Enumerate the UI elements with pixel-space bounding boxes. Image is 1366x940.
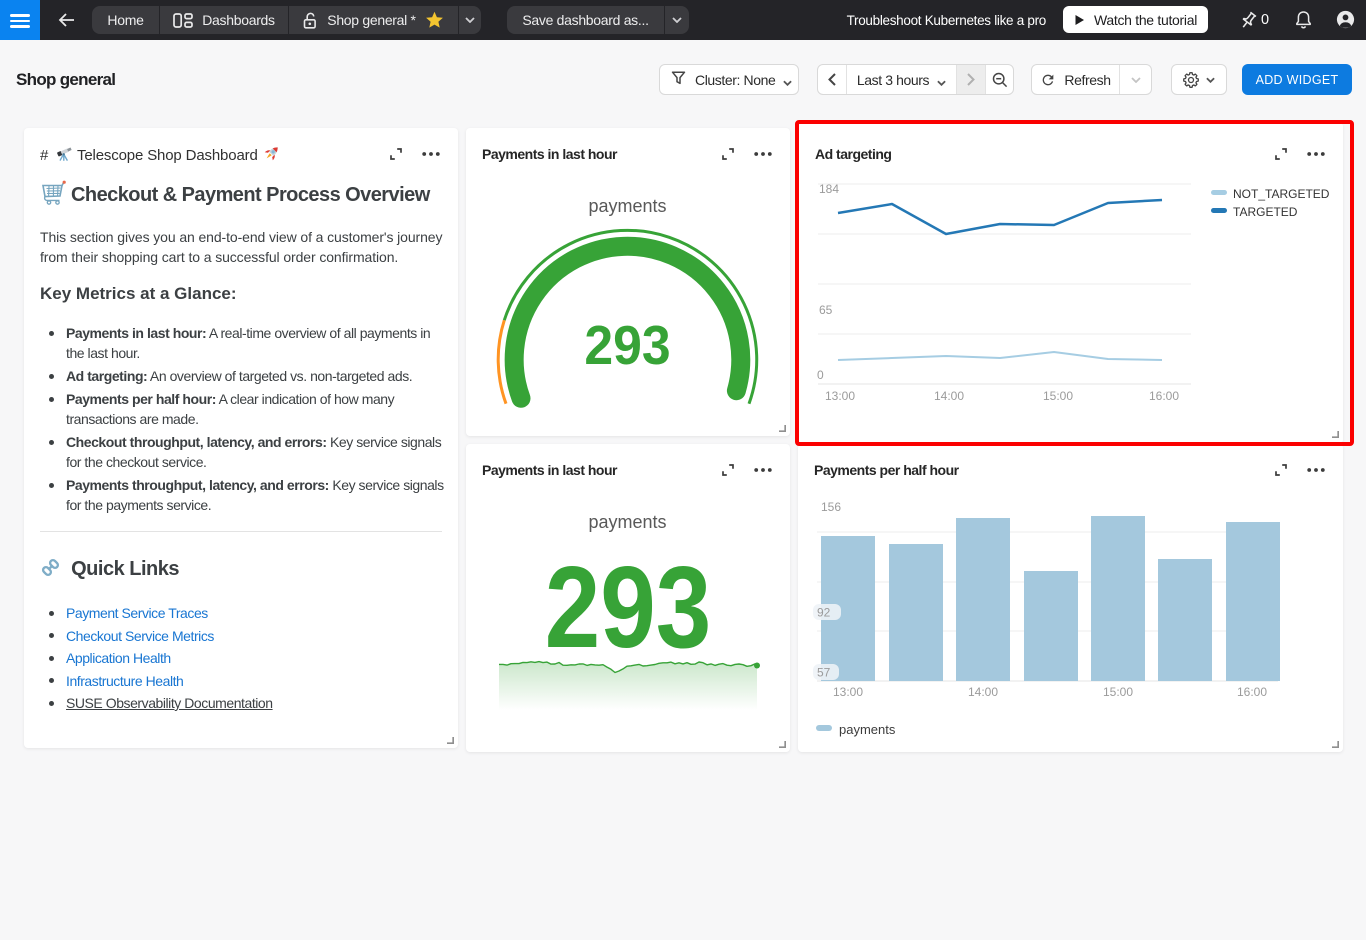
- svg-text:payments: payments: [588, 512, 666, 532]
- svg-text:156: 156: [821, 500, 841, 514]
- svg-text:payments: payments: [839, 722, 896, 737]
- svg-text:15:00: 15:00: [1103, 685, 1133, 699]
- svg-text:14:00: 14:00: [968, 685, 998, 699]
- svg-text:293: 293: [545, 542, 711, 672]
- svg-text:13:00: 13:00: [833, 685, 863, 699]
- svg-text:92: 92: [817, 606, 831, 620]
- svg-text:57: 57: [817, 666, 831, 680]
- svg-text:16:00: 16:00: [1237, 685, 1267, 699]
- svg-text:payments: payments: [588, 196, 666, 216]
- svg-text:293: 293: [584, 316, 670, 377]
